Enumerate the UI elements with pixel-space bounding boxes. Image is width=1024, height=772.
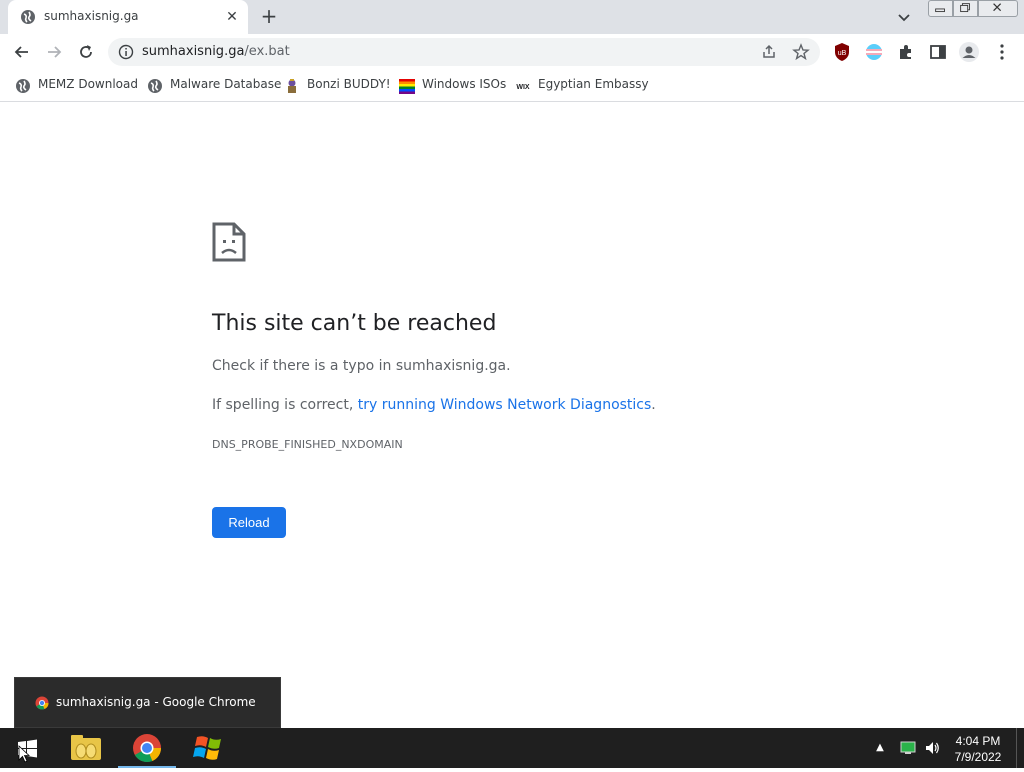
bonzi-icon [288,79,296,93]
diagnostics-suggestion: If spelling is correct, try running Wind… [212,397,656,413]
bookmark-label: Windows ISOs [422,77,507,91]
volume-icon[interactable] [924,740,940,756]
profile-icon[interactable] [958,41,980,63]
sad-page-icon [212,222,246,262]
bookmark-label: MEMZ Download [38,77,138,91]
globe-icon [16,79,30,93]
share-icon[interactable] [760,43,778,61]
minimize-button[interactable] [928,0,953,17]
tab-title: sumhaxisnig.ga [44,9,139,23]
url-host: sumhaxisnig.ga [142,44,245,59]
url-text: sumhaxisnig.ga/ex.bat [142,44,290,59]
bookmarks-bar: MEMZ Download Malware Database Bonzi BUD… [0,70,1024,102]
page-title: This site can’t be reached [212,311,497,336]
window-close-button[interactable] [978,0,1018,17]
taskbar-file-explorer[interactable] [57,728,115,768]
chrome-icon [133,734,162,763]
start-button-icon[interactable] [8,734,48,764]
typo-suggestion: Check if there is a typo in sumhaxisnig.… [212,358,511,374]
globe-icon [148,79,162,93]
rainbow-flag-icon [399,79,415,94]
system-clock[interactable]: 4:04 PM 7/9/2022 [946,733,1010,765]
info-icon[interactable] [118,44,134,60]
error-code: DNS_PROBE_FINISHED_NXDOMAIN [212,438,403,451]
back-arrow-icon[interactable] [12,42,32,62]
bookmark-label: Malware Database [170,77,282,91]
tab-strip: sumhaxisnig.ga ✕ + [0,0,1024,34]
tab-close-icon[interactable]: ✕ [224,9,240,25]
taskbar: ▲ 4:04 PM 7/9/2022 [0,728,1024,768]
folder-icon [71,735,101,760]
menu-kebab-icon[interactable] [992,42,1012,62]
bookmark-memz-download[interactable]: MEMZ Download [15,76,138,96]
address-bar[interactable]: sumhaxisnig.ga/ex.bat [108,38,820,66]
clock-date: 7/9/2022 [954,750,1002,764]
bookmark-egyptian-embassy[interactable]: WIX Egyptian Embassy [515,76,648,96]
flag-icon[interactable] [864,42,884,62]
error-page: This site can’t be reached Check if ther… [0,103,1024,728]
bookmark-label: Egyptian Embassy [538,77,649,91]
browser-tab[interactable]: sumhaxisnig.ga ✕ [8,0,248,34]
restore-button[interactable] [953,0,978,17]
forward-arrow-icon[interactable] [44,42,64,62]
new-tab-button[interactable]: + [258,6,280,28]
bookmark-malware-database[interactable]: Malware Database [147,76,281,96]
browser-toolbar: sumhaxisnig.ga/ex.bat uB [0,34,1024,70]
ublock-icon[interactable]: uB [832,42,852,62]
preview-title: sumhaxisnig.ga - Google Chrome [56,695,256,709]
diagnostics-suffix: . [651,397,656,413]
bookmark-star-icon[interactable] [792,43,810,61]
chrome-icon [35,696,49,710]
puzzle-icon[interactable] [896,42,916,62]
network-diagnostics-link[interactable]: try running Windows Network Diagnostics [358,397,652,413]
taskbar-chrome[interactable] [118,728,176,768]
network-icon[interactable] [900,740,916,756]
svg-text:WIX: WIX [516,84,530,91]
globe-icon [21,10,35,24]
show-desktop-button[interactable] [1016,728,1024,768]
diagnostics-prefix: If spelling is correct, [212,397,358,413]
tray-overflow-icon[interactable]: ▲ [874,742,886,754]
url-path: /ex.bat [244,44,290,59]
reload-icon[interactable] [76,42,96,62]
bookmark-label: Bonzi BUDDY! [307,77,391,91]
taskbar-window-preview[interactable]: sumhaxisnig.ga - Google Chrome [14,677,281,728]
bookmark-windows-isos[interactable]: Windows ISOs [399,76,507,96]
bookmark-bonzi-buddy[interactable]: Bonzi BUDDY! [284,76,391,96]
windows-logo-icon [193,736,221,760]
side-panel-icon[interactable] [928,42,948,62]
taskbar-windows-app[interactable] [180,728,238,768]
reload-button[interactable]: Reload [212,507,286,538]
chevron-down-icon[interactable] [895,8,913,26]
clock-time: 4:04 PM [955,734,1001,748]
svg-text:uB: uB [838,50,847,57]
wix-icon: WIX [516,84,530,91]
